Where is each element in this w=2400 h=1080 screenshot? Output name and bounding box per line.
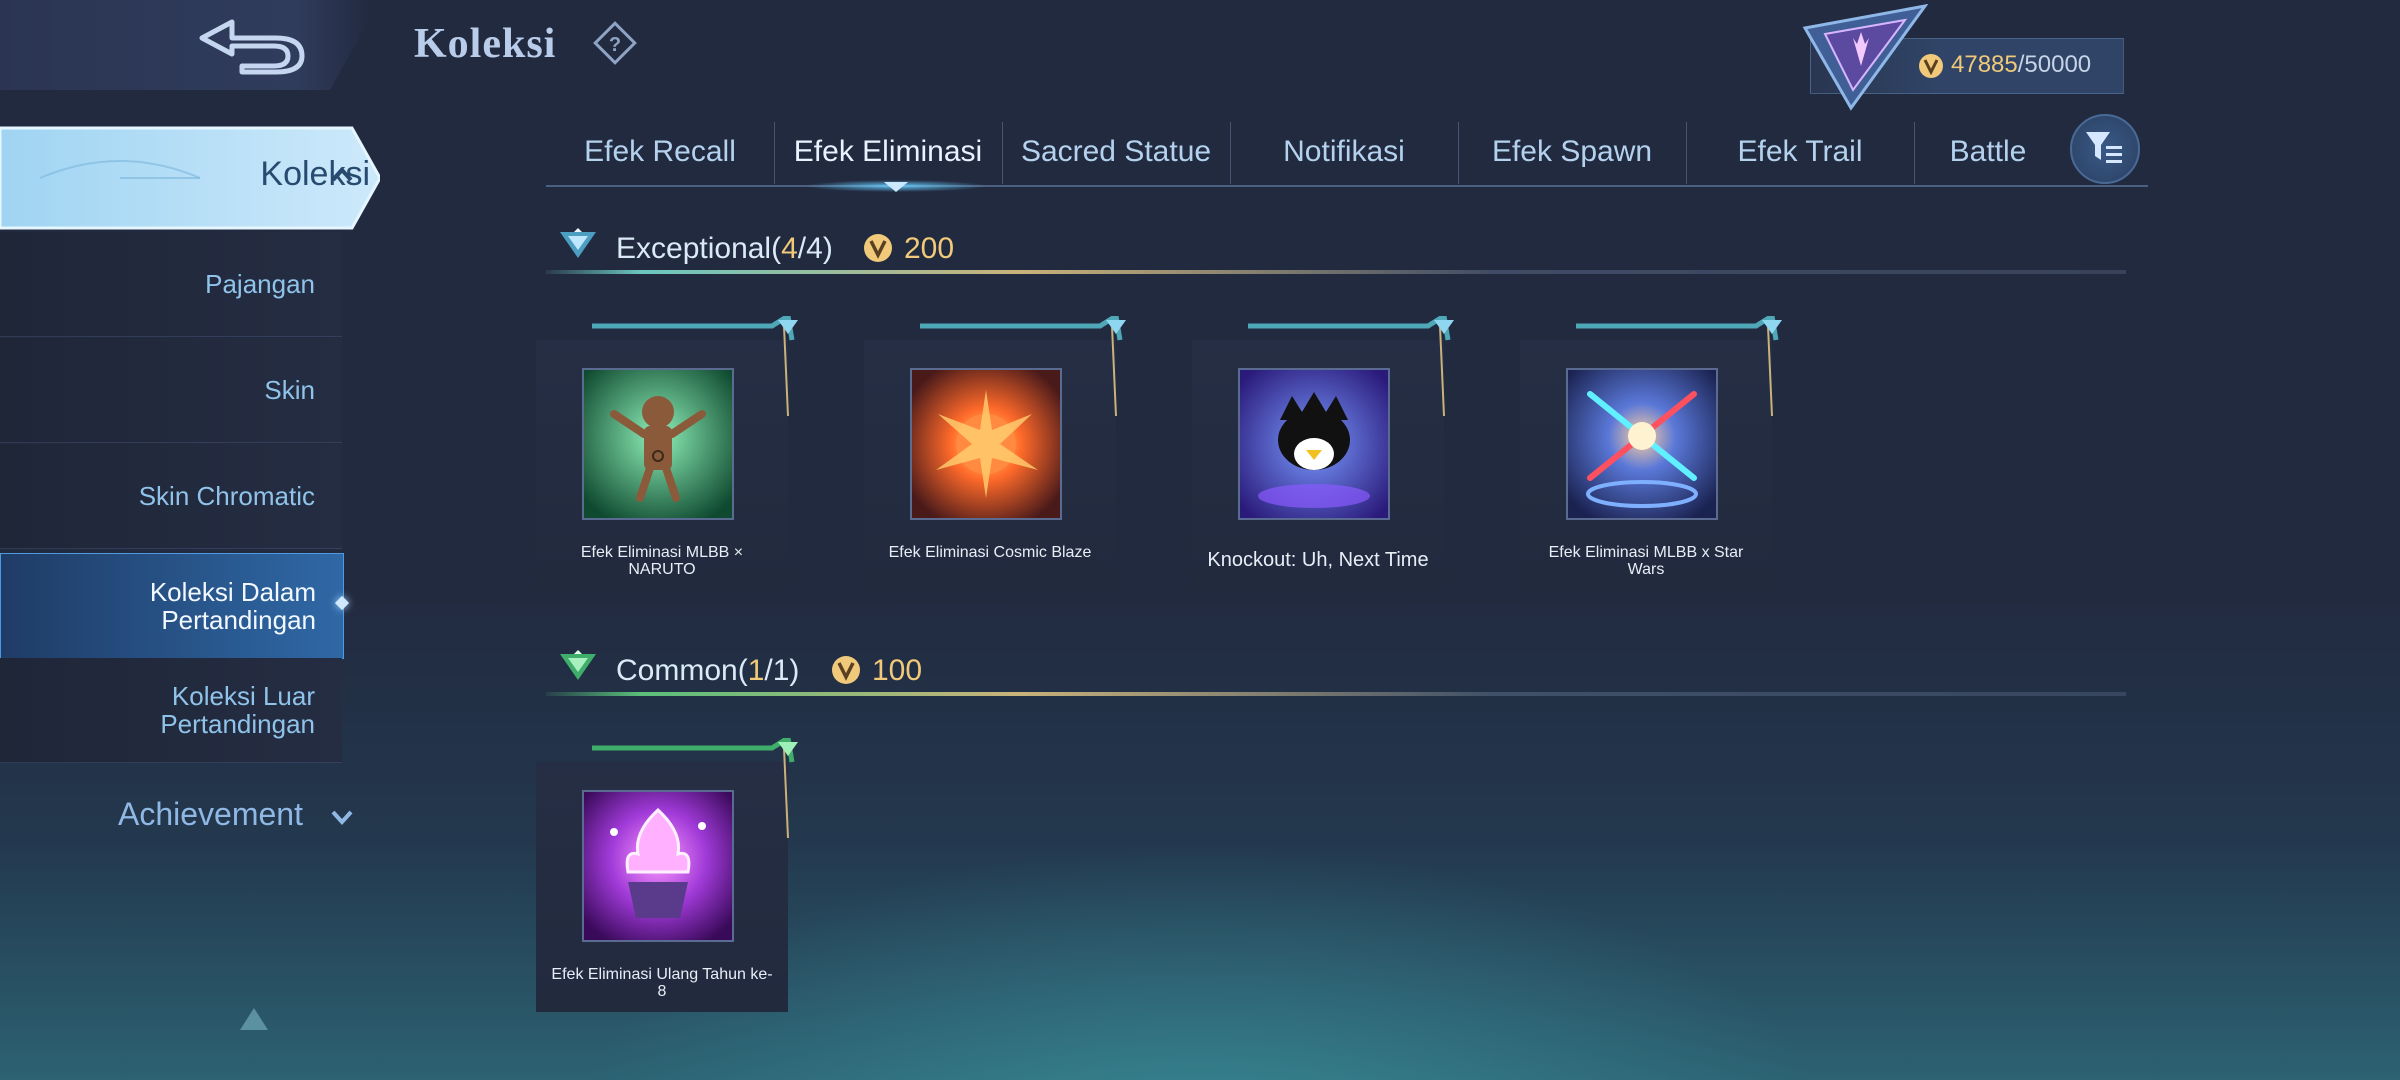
collection-card[interactable]: Efek Eliminasi Ulang Tahun ke-8 <box>536 738 798 1012</box>
back-button[interactable] <box>0 0 370 90</box>
section-count-rest: /1) <box>764 654 800 687</box>
section-divider <box>546 270 2126 274</box>
section-count-open: ( <box>737 654 748 687</box>
item-label: Efek Eliminasi MLBB × NARUTO <box>580 544 744 578</box>
section-name: Exceptional <box>616 232 772 265</box>
back-arrow-icon <box>199 19 305 75</box>
item-label: Knockout: Uh, Next Time <box>1207 549 1429 571</box>
section-name: Common <box>616 654 738 687</box>
sidebar-item-label: Pajangan <box>205 269 315 299</box>
section-divider <box>546 692 2126 696</box>
rarity-common-icon <box>560 650 596 680</box>
chevron-up-icon <box>331 167 353 182</box>
section-count-have: 4 <box>781 232 798 265</box>
rarity-exceptional-icon <box>560 228 596 258</box>
collection-card[interactable]: Efek Eliminasi Cosmic Blaze <box>864 316 1126 590</box>
section-header-common: Common(1/1) 100 <box>546 644 2126 694</box>
item-thumbnail <box>582 790 734 942</box>
sidebar-item-pajangan[interactable]: Pajangan <box>0 232 342 337</box>
item-thumbnail <box>1238 368 1390 520</box>
help-icon[interactable]: ? <box>592 20 638 66</box>
sidebar-achievement[interactable]: Achievement <box>118 796 303 833</box>
scroll-up-icon <box>240 1008 268 1030</box>
item-thumbnail <box>1566 368 1718 520</box>
currency-max: /50000 <box>2017 51 2092 78</box>
section-cost: 200 <box>904 232 955 265</box>
section-count-rest: /4) <box>797 232 833 265</box>
item-thumbnail <box>582 368 734 520</box>
sidebar-item-koleksi-dalam-pertandingan[interactable]: Koleksi Dalam Pertandingan <box>0 553 344 659</box>
section-cost: 100 <box>872 654 923 687</box>
tab-bar: Efek Recall Efek Eliminasi Sacred Statue… <box>546 118 2148 186</box>
sidebar-item-koleksi-luar-pertandingan[interactable]: Koleksi Luar Pertandingan <box>0 658 342 763</box>
sidebar-item-label: Skin <box>264 375 315 405</box>
coin-icon <box>1919 54 1943 78</box>
filter-icon <box>2086 132 2122 163</box>
collection-card[interactable]: Knockout: Uh, Next Time <box>1192 316 1454 590</box>
active-tab-indicator <box>806 180 986 192</box>
tab-efek-spawn[interactable]: Efek Spawn <box>1458 118 1686 186</box>
collection-card[interactable]: Efek Eliminasi MLBB × NARUTO <box>536 316 798 590</box>
tab-underline <box>546 185 2148 187</box>
coin-icon <box>832 656 860 684</box>
section-title: Exceptional(4/4) <box>616 232 833 266</box>
currency-text: 47885/50000 <box>1951 51 2091 79</box>
tab-efek-eliminasi[interactable]: Efek Eliminasi <box>774 118 1002 186</box>
tab-notifikasi[interactable]: Notifikasi <box>1230 118 1458 186</box>
section-count-have: 1 <box>747 654 765 687</box>
section-title: Common(1/1) <box>616 654 799 688</box>
item-label: Efek Eliminasi Ulang Tahun ke-8 <box>551 966 773 1000</box>
sidebar-item-label: Koleksi Luar Pertandingan <box>160 681 315 739</box>
sidebar-item-label: Skin Chromatic <box>138 481 315 511</box>
collection-card[interactable]: Efek Eliminasi MLBB x Star Wars <box>1520 316 1782 590</box>
section-count-open: ( <box>771 232 782 265</box>
currency-value: 47885 <box>1951 51 2018 78</box>
tab-efek-trail[interactable]: Efek Trail <box>1686 118 1914 186</box>
tab-battle[interactable]: Battle <box>1914 118 2062 186</box>
tab-efek-recall[interactable]: Efek Recall <box>546 118 774 186</box>
rank-emblem-icon <box>1795 3 1935 112</box>
page-title: Koleksi <box>414 21 557 67</box>
sidebar-item-skin[interactable]: Skin <box>0 338 342 443</box>
sidebar-item-skin-chromatic[interactable]: Skin Chromatic <box>0 444 342 549</box>
section-header-exceptional: Exceptional(4/4) 200 <box>546 222 2126 272</box>
item-label: Efek Eliminasi Cosmic Blaze <box>888 544 1092 561</box>
filter-button[interactable] <box>2070 114 2140 184</box>
item-label: Efek Eliminasi MLBB x Star Wars <box>1548 544 1744 578</box>
svg-text:?: ? <box>609 34 621 56</box>
tab-sacred-statue[interactable]: Sacred Statue <box>1002 118 1230 186</box>
sidebar-item-label: Koleksi Dalam Pertandingan <box>149 577 316 635</box>
chevron-down-icon <box>331 810 353 825</box>
coin-icon <box>864 234 892 262</box>
item-thumbnail <box>910 368 1062 520</box>
